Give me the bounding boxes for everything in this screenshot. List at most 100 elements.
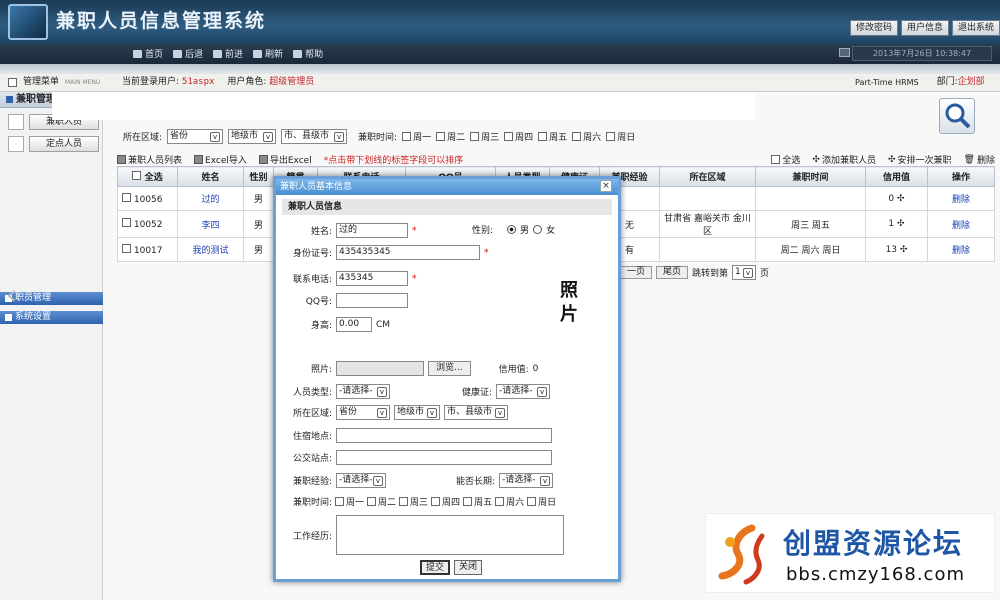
health-select[interactable]: -请选择-v [496, 384, 551, 399]
day-checkbox[interactable]: 周日 [606, 130, 635, 143]
search-button[interactable] [939, 98, 975, 134]
photo-file-field[interactable] [336, 361, 424, 376]
city-select[interactable]: 地级市 v [394, 405, 440, 420]
checkbox [399, 497, 409, 506]
nav-refresh[interactable]: 刷新 [253, 47, 283, 60]
select-all-checkbox[interactable]: 全选 [771, 153, 800, 166]
role-label: 用户角色: [227, 77, 267, 87]
province-select[interactable]: 省份 v [336, 405, 390, 420]
row-id[interactable]: 10056 [117, 186, 178, 211]
change-password-button[interactable]: 修改密码 [849, 20, 898, 36]
close-icon[interactable]: × [600, 180, 612, 192]
day-checkbox[interactable]: 周二 [367, 495, 396, 508]
row-name-link[interactable]: 过的 [177, 186, 244, 211]
close-button[interactable]: 关闭 [454, 560, 483, 575]
row-delete-link[interactable]: 删除 [927, 237, 995, 262]
col-select-all[interactable]: 全选 [117, 166, 178, 187]
person-icon [8, 136, 24, 152]
address-field[interactable] [336, 428, 552, 443]
logout-button[interactable]: 退出系统 [951, 20, 1000, 36]
day-checkbox[interactable]: 周二 [436, 130, 465, 143]
female-radio[interactable] [533, 225, 543, 234]
add-staff-button[interactable]: ✣ 添加兼职人员 [812, 153, 876, 167]
resume-label: 工作经历: [292, 531, 332, 542]
height-field[interactable]: 0.00 [336, 317, 372, 332]
chevron-down-icon: v [377, 386, 387, 397]
day-checkbox[interactable]: 周六 [572, 130, 601, 143]
submit-button[interactable]: 提交 [420, 560, 451, 575]
row-delete-link[interactable]: 删除 [927, 186, 995, 211]
bus-stop-field[interactable] [336, 450, 552, 465]
last-page-button[interactable]: 尾页 [656, 266, 689, 279]
checkbox [495, 497, 505, 506]
checkbox [402, 132, 412, 141]
col-gender[interactable]: 性别 [243, 166, 274, 187]
row-name-link[interactable]: 我的测试 [177, 237, 244, 262]
checkbox [606, 132, 616, 141]
id-number-field[interactable]: 435435345 [336, 245, 480, 260]
height-unit: CM [376, 319, 391, 330]
help-icon [293, 49, 303, 58]
day-checkbox[interactable]: 周五 [463, 495, 492, 508]
delete-button[interactable]: 🗑 删除 [964, 153, 995, 167]
county-select[interactable]: 市、县级市 v [444, 405, 508, 420]
day-checkbox[interactable]: 周四 [504, 130, 533, 143]
row-gender: 男 [243, 210, 274, 238]
day-checkbox[interactable]: 周日 [527, 495, 556, 508]
sidebar-section-system[interactable]: 系统设置 [0, 311, 103, 324]
col-action: 操作 [927, 166, 995, 187]
list-tab[interactable]: 兼职人员列表 [117, 153, 182, 166]
col-time[interactable]: 兼职时间 [755, 166, 866, 187]
row-id[interactable]: 10052 [117, 210, 178, 238]
col-name[interactable]: 姓名 [177, 166, 244, 187]
day-checkbox[interactable]: 周三 [399, 495, 428, 508]
collapse-arrow-icon[interactable]: ‹ [6, 278, 17, 311]
resume-textarea[interactable] [336, 515, 564, 555]
longterm-select[interactable]: -请选择-v [499, 473, 554, 488]
nav-home[interactable]: 首页 [133, 47, 163, 60]
col-credit[interactable]: 信用值 [865, 166, 928, 187]
col-region[interactable]: 所在区域 [659, 166, 756, 187]
male-radio[interactable] [507, 225, 517, 234]
excel-import-button[interactable]: Excel导入 [194, 153, 247, 166]
day-checkbox[interactable]: 周六 [495, 495, 524, 508]
arrange-button[interactable]: ✣ 安排一次兼职 [888, 153, 952, 167]
menu-sub-label: MAIN MENU [65, 79, 101, 86]
province-select[interactable]: 省份 v [167, 129, 224, 144]
nav-help[interactable]: 帮助 [293, 47, 323, 60]
excel-icon [194, 155, 204, 164]
next-page-button[interactable]: 一页 [620, 266, 653, 279]
longterm-label: 能否长期: [456, 477, 496, 487]
page-select[interactable]: 1v [732, 265, 757, 280]
nav-forward[interactable]: 前进 [213, 47, 243, 60]
name-field[interactable]: 过的 [336, 223, 408, 238]
region-label: 所在区域: [123, 133, 163, 143]
plus-icon[interactable]: ✣ [897, 219, 905, 229]
export-icon [258, 155, 268, 164]
experience-select[interactable]: -请选择-v [336, 473, 386, 488]
browse-button[interactable]: 浏览... [428, 361, 471, 376]
user-info-button[interactable]: 用户信息 [900, 20, 949, 36]
day-checkbox[interactable]: 周一 [335, 495, 364, 508]
county-select[interactable]: 市、县级市 v [281, 129, 348, 144]
row-name-link[interactable]: 李四 [177, 210, 244, 238]
qq-field[interactable] [336, 293, 408, 308]
plus-icon[interactable]: ✣ [900, 245, 908, 255]
sidebar-item-fixed-staff[interactable]: 定点人员 [8, 136, 102, 152]
plus-icon[interactable]: ✣ [897, 194, 905, 204]
nav-back[interactable]: 后退 [173, 47, 203, 60]
checkbox [431, 497, 441, 506]
row-delete-link[interactable]: 删除 [927, 210, 995, 238]
checkbox [335, 497, 344, 506]
excel-export-button[interactable]: 导出Excel [258, 153, 312, 166]
toolbar: 兼职人员列表 Excel导入 导出Excel *点击带下划线的标签字段可以排序 … [117, 153, 995, 166]
city-select[interactable]: 地级市 v [228, 129, 277, 144]
day-checkbox[interactable]: 周一 [402, 130, 431, 143]
chevron-down-icon: v [537, 386, 548, 397]
day-checkbox[interactable]: 周四 [431, 495, 460, 508]
day-checkbox[interactable]: 周五 [538, 130, 567, 143]
day-checkbox[interactable]: 周三 [470, 130, 499, 143]
type-select[interactable]: -请选择-v [336, 384, 390, 399]
row-id[interactable]: 10017 [117, 237, 178, 262]
phone-field[interactable]: 435345 [336, 271, 408, 286]
